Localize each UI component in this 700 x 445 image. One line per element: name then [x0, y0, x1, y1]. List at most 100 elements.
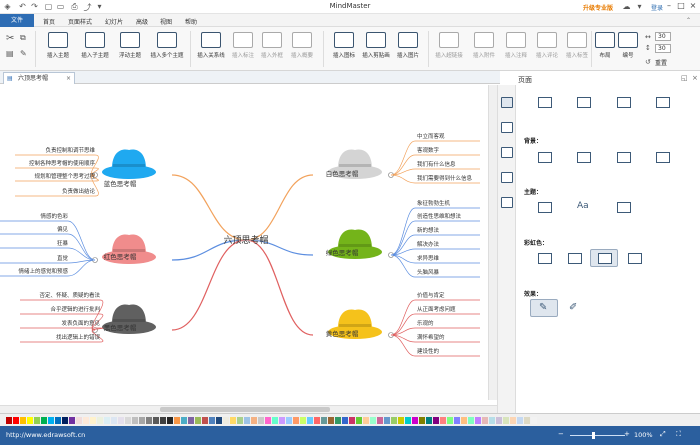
subtopic[interactable]: 价值与肯定 — [417, 292, 445, 300]
color-swatch[interactable] — [328, 417, 334, 424]
color-swatch[interactable] — [363, 417, 369, 424]
mindmap-canvas[interactable]: 六顶思考帽 蓝色思考帽 负责控制和调节思维 控制各种思考帽的使用顺序 规划和管理整个思… — [0, 85, 490, 405]
color-swatch[interactable] — [104, 417, 110, 424]
theme-button[interactable] — [530, 198, 558, 216]
subtopic[interactable]: 否定、怀疑、质疑的看法 — [39, 292, 100, 300]
redo-icon[interactable]: ↷ — [30, 2, 39, 11]
subtopic[interactable]: 控制各种思考帽的使用顺序 — [29, 160, 95, 168]
insert-image-button[interactable]: 插入图片 — [388, 30, 428, 68]
zoom-slider-handle[interactable] — [592, 432, 595, 439]
color-swatch[interactable] — [265, 417, 271, 424]
color-swatch[interactable] — [503, 417, 509, 424]
horizontal-scroll-thumb[interactable] — [160, 407, 330, 412]
fit-page-icon[interactable]: ⤢ — [660, 430, 666, 439]
reset-icon[interactable]: ↺ — [645, 58, 651, 66]
color-swatch[interactable] — [307, 417, 313, 424]
layout-style-4-button[interactable] — [648, 93, 676, 111]
rainbow-vertical-button[interactable] — [560, 249, 588, 267]
undo-icon[interactable]: ↶ — [18, 2, 27, 11]
color-swatch[interactable] — [202, 417, 208, 424]
tab-advanced[interactable]: 高级 — [136, 17, 148, 26]
color-swatch[interactable] — [496, 417, 502, 424]
fullscreen-icon[interactable]: ⛶ — [676, 430, 681, 439]
tab-help[interactable]: 帮助 — [185, 17, 197, 26]
tab-page-style[interactable]: 页面样式 — [68, 17, 92, 26]
open-icon[interactable]: ▭ — [56, 2, 65, 11]
color-swatch[interactable] — [482, 417, 488, 424]
subtopic[interactable]: 情感的色彩 — [40, 213, 68, 221]
color-swatch[interactable] — [300, 417, 306, 424]
layout-style-2-button[interactable] — [569, 93, 597, 111]
horizontal-spacing-input[interactable]: 30 — [655, 32, 671, 41]
hand-drawn-off-button[interactable]: ✐ — [560, 299, 588, 317]
vertical-scrollbar[interactable] — [488, 85, 497, 400]
color-swatch[interactable] — [76, 417, 82, 424]
zoom-out-icon[interactable]: − — [558, 430, 564, 438]
subtopic[interactable]: 狂暴 — [57, 240, 68, 248]
branch-topic[interactable]: 红色思考帽 — [90, 251, 150, 261]
branch-topic[interactable]: 蓝色思考帽 — [90, 178, 150, 188]
color-swatch[interactable] — [216, 417, 222, 424]
tab-slides[interactable]: 幻灯片 — [105, 17, 123, 26]
tab-view[interactable]: 视图 — [160, 17, 172, 26]
subtopic[interactable]: 客观数字 — [417, 147, 439, 155]
color-swatch[interactable] — [447, 417, 453, 424]
color-swatch[interactable] — [391, 417, 397, 424]
color-swatch[interactable] — [27, 417, 33, 424]
quick-access-dropdown-icon[interactable]: ▾ — [95, 2, 104, 11]
export-icon[interactable]: ⤴ — [83, 2, 92, 13]
subtopic[interactable]: 新的想法 — [417, 227, 439, 235]
hand-drawn-on-button[interactable]: ✎ — [530, 299, 558, 317]
color-swatch[interactable] — [405, 417, 411, 424]
paste-icon[interactable]: ▤ — [6, 49, 14, 58]
format-panel-icon[interactable] — [501, 122, 513, 133]
color-swatch[interactable] — [83, 417, 89, 424]
subtopic[interactable]: 发表负面的意见 — [61, 320, 100, 328]
color-swatch[interactable] — [48, 417, 54, 424]
color-swatch[interactable] — [272, 417, 278, 424]
background-color-button[interactable] — [530, 148, 558, 166]
subtopic[interactable]: 直觉 — [57, 255, 68, 263]
color-swatch[interactable] — [118, 417, 124, 424]
color-swatch[interactable] — [209, 417, 215, 424]
zoom-in-icon[interactable]: + — [624, 430, 630, 438]
insert-summary-button[interactable]: 插入概要 — [282, 30, 322, 68]
numbering-button[interactable]: 编号 — [608, 30, 648, 68]
subtopic[interactable]: 创造性思维和想法 — [417, 213, 461, 221]
color-swatch[interactable] — [69, 417, 75, 424]
color-swatch[interactable] — [251, 417, 257, 424]
subtopic[interactable]: 求异思维 — [417, 255, 439, 263]
page-panel-icon[interactable] — [501, 97, 513, 108]
clipart-panel-icon[interactable] — [501, 172, 513, 183]
layout-style-1-button[interactable] — [530, 93, 558, 111]
login-link[interactable]: 登录 — [651, 3, 663, 12]
close-tab-icon[interactable]: × — [66, 73, 71, 84]
subtopic[interactable]: 情绪上的感觉和预感 — [18, 268, 68, 276]
color-swatch[interactable] — [461, 417, 467, 424]
subtopic[interactable]: 解决办法 — [417, 241, 439, 249]
color-swatch[interactable] — [342, 417, 348, 424]
insert-multiple-topics-button[interactable]: 插入多个主题 — [147, 30, 187, 68]
color-swatch[interactable] — [293, 417, 299, 424]
maximize-icon[interactable]: □ — [676, 1, 686, 10]
color-swatch[interactable] — [398, 417, 404, 424]
color-swatch[interactable] — [244, 417, 250, 424]
subtopic[interactable]: 我们需要得到什么信息 — [417, 175, 472, 183]
color-swatch[interactable] — [125, 417, 131, 424]
subtopic[interactable]: 象征勃勃生机 — [417, 200, 450, 208]
color-swatch[interactable] — [237, 417, 243, 424]
remove-background-button[interactable] — [609, 148, 637, 166]
theme-color-button[interactable] — [609, 198, 637, 216]
website-link[interactable]: http://www.edrawsoft.cn — [6, 431, 85, 439]
theme-font-button[interactable]: Aa — [569, 198, 597, 216]
minimize-icon[interactable]: – — [664, 1, 674, 10]
subtopic[interactable]: 偏见 — [57, 226, 68, 234]
subtopic[interactable]: 从正面考虑问题 — [417, 306, 456, 314]
file-menu[interactable]: 文件 — [0, 14, 34, 27]
color-swatch[interactable] — [510, 417, 516, 424]
color-swatch[interactable] — [34, 417, 40, 424]
color-swatch[interactable] — [335, 417, 341, 424]
hat-icon[interactable] — [102, 149, 156, 179]
print-icon[interactable]: ⎙ — [70, 2, 79, 12]
color-swatch[interactable] — [524, 417, 530, 424]
